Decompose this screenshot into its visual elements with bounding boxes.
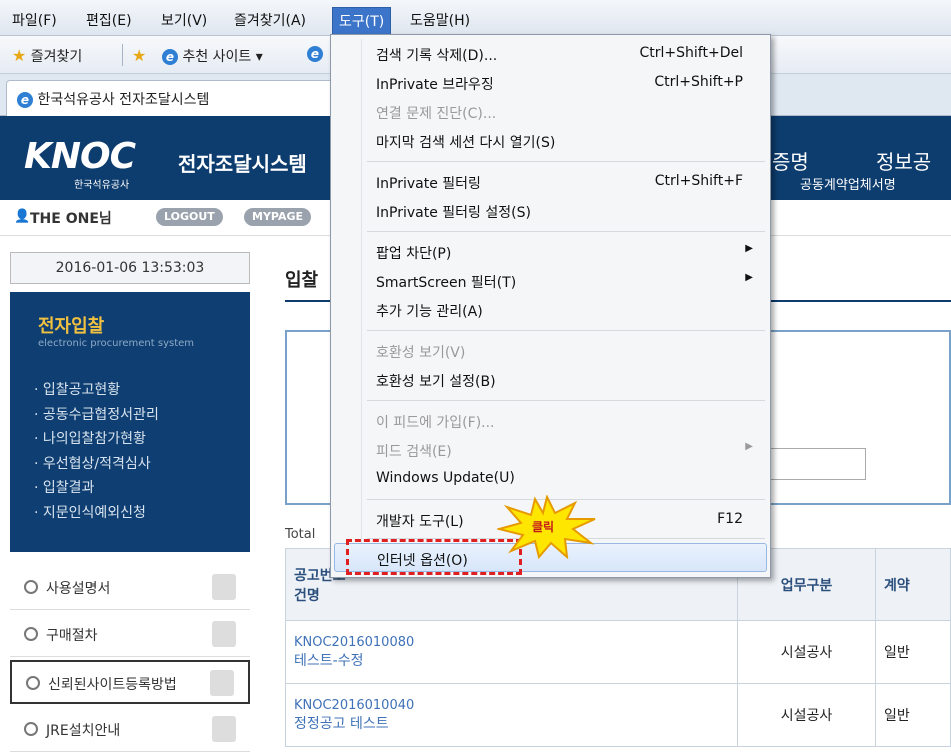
nav-joint-contract-sign[interactable]: 공동계약업체서명 (800, 174, 896, 193)
bid-menu-item[interactable]: · 지문인식예외신청 (34, 501, 159, 526)
suggested-sites-button[interactable]: e 추천 사이트 ▾ (162, 46, 263, 66)
bullet-icon (24, 627, 38, 641)
menu-purchase-procedure[interactable]: 구매절차 (10, 613, 250, 657)
table-row[interactable]: KNOC2016010040 정정공고 테스트 시설공사 일반 (285, 683, 951, 747)
notice-title[interactable]: 테스트-수정 (294, 650, 729, 670)
book-icon (212, 574, 236, 600)
logo-subtitle: 한국석유공사 (74, 180, 130, 191)
divider (122, 44, 123, 66)
contract-type: 일반 (875, 620, 951, 684)
favorites-label: 즐겨찾기 (30, 49, 83, 65)
install-icon (212, 716, 236, 742)
tab-title: 한국석유공사 전자조달시스템 (37, 92, 210, 108)
menu-item-inprivate-filtering[interactable]: InPrivate 필터링 Ctrl+Shift+F (334, 167, 767, 196)
system-title: 전자조달시스템 (178, 152, 307, 176)
notice-number[interactable]: KNOC2016010080 (294, 635, 729, 650)
favorites-button[interactable]: ★ 즐겨찾기 (12, 46, 82, 66)
menu-item-inprivate-browsing[interactable]: InPrivate 브라우징 Ctrl+Shift+P (334, 68, 767, 97)
bullet-icon (26, 676, 40, 690)
nav-certificate[interactable]: 증명 (772, 146, 809, 175)
menu-separator (367, 161, 765, 162)
total-count: Total (285, 527, 316, 542)
menu-favorites[interactable]: 즐겨찾기(A) (228, 9, 312, 33)
bullet-icon (24, 722, 38, 736)
submenu-arrow-icon: ▶ (745, 243, 753, 254)
menu-item-compatibility-settings[interactable]: 호환성 보기 설정(B) (334, 365, 767, 394)
ie-icon: e (17, 92, 33, 108)
bid-panel-title: 전자입찰 (38, 316, 105, 337)
browser-tab[interactable]: e 한국석유공사 전자조달시스템 (6, 80, 346, 116)
task-type: 시설공사 (737, 683, 876, 747)
menu-help[interactable]: 도움말(H) (404, 9, 476, 33)
knoc-logo[interactable]: KNOC (24, 136, 136, 177)
menu-file[interactable]: 파일(F) (6, 9, 63, 33)
chart-icon (212, 621, 236, 647)
search-input[interactable] (760, 448, 866, 480)
menu-item-reopen-last-session[interactable]: 마지막 검색 세션 다시 열기(S) (334, 126, 767, 155)
menu-item-diagnose-connection: 연결 문제 진단(C)... (376, 106, 497, 122)
menu-trusted-site-registration[interactable]: 신뢰된사이트등록방법 (10, 660, 250, 704)
notice-title[interactable]: 정정공고 테스트 (294, 713, 729, 733)
menu-item-delete-history[interactable]: 검색 기록 삭제(D)... Ctrl+Shift+Del (334, 39, 767, 68)
menu-user-manual[interactable]: 사용설명서 (10, 566, 250, 610)
notice-number[interactable]: KNOC2016010040 (294, 698, 729, 713)
menu-item-smartscreen-filter[interactable]: SmartScreen 필터(T) ▶ (334, 266, 767, 295)
table-row[interactable]: KNOC2016010080 테스트-수정 시설공사 일반 (285, 620, 951, 684)
current-datetime: 2016-01-06 13:53:03 (10, 252, 250, 284)
logout-button[interactable]: LOGOUT (156, 208, 223, 226)
bid-menu-item[interactable]: · 공동수급협정서관리 (34, 403, 159, 428)
add-favorite-icon[interactable]: ★ (132, 46, 146, 65)
menu-separator (367, 231, 765, 232)
monitor-icon (210, 670, 234, 696)
mypage-button[interactable]: MYPAGE (244, 208, 312, 226)
submenu-arrow-icon: ▶ (745, 272, 753, 283)
nav-info[interactable]: 정보공 (876, 146, 931, 175)
page-title: 입찰 (285, 270, 319, 291)
col-contract: 계약 (875, 548, 951, 621)
menu-item-windows-update[interactable]: Windows Update(U) (334, 464, 767, 493)
contract-type: 일반 (875, 683, 951, 747)
menu-item-popup-blocker[interactable]: 팝업 차단(P) ▶ (334, 237, 767, 266)
menu-jre-install-guide[interactable]: JRE설치안내 (10, 708, 250, 752)
menu-item-inprivate-filter-settings[interactable]: InPrivate 필터링 설정(S) (334, 196, 767, 225)
user-icon: 👤 (14, 209, 31, 224)
bid-menu-item[interactable]: · 우선협상/적격심사 (34, 452, 159, 477)
bid-menu-list: · 입찰공고현황 · 공동수급협정서관리 · 나의입찰참가현황 · 우선협상/적… (34, 378, 159, 525)
menu-item-compatibility-view: 호환성 보기(V) (376, 345, 466, 361)
menu-tools[interactable]: 도구(T) (332, 7, 392, 35)
suggested-sites-label: 추천 사이트 ▾ (182, 49, 263, 65)
menu-edit[interactable]: 편집(E) (80, 9, 138, 33)
menu-item-feed-discovery: 피드 검색(E) ▶ (376, 441, 753, 460)
username: THE ONE님 (30, 211, 112, 227)
menu-separator (367, 330, 765, 331)
submenu-arrow-icon: ▶ (745, 441, 753, 452)
bid-menu-item[interactable]: · 입찰공고현황 (34, 378, 159, 403)
menu-bar: 파일(F) 편집(E) 보기(V) 즐겨찾기(A) 도구(T) 도움말(H) (0, 0, 951, 36)
click-label: 클릭 (532, 520, 555, 534)
bid-menu-item[interactable]: · 나의입찰참가현황 (34, 427, 159, 452)
star-icon: ★ (12, 46, 27, 65)
bullet-icon (24, 580, 38, 594)
menu-view[interactable]: 보기(V) (155, 9, 213, 33)
menu-item-subscribe-feed: 이 피드에 가입(F)... (376, 415, 495, 431)
ie-icon[interactable]: e (307, 46, 323, 62)
ie-icon: e (162, 49, 178, 65)
menu-item-manage-addons[interactable]: 추가 기능 관리(A) (334, 295, 767, 324)
bid-panel-subtitle: electronic procurement system (38, 338, 195, 349)
menu-separator (367, 400, 765, 401)
bid-menu-item[interactable]: · 입찰결과 (34, 476, 159, 501)
e-bidding-panel: 전자입찰 electronic procurement system · 입찰공… (10, 292, 250, 552)
task-type: 시설공사 (737, 620, 876, 684)
highlight-box (346, 539, 522, 575)
